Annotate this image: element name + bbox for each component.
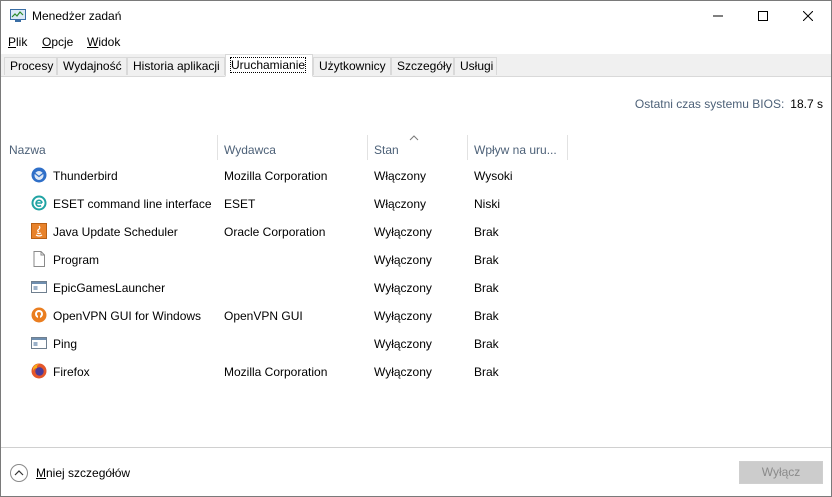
tab-startup[interactable]: Uruchamianie xyxy=(225,54,313,77)
row-publisher: Oracle Corporation xyxy=(224,225,326,239)
column-divider[interactable] xyxy=(367,135,368,160)
row-name: Program xyxy=(53,253,100,267)
column-divider[interactable] xyxy=(217,135,218,160)
bios-time-label: Ostatni czas systemu BIOS: xyxy=(634,97,785,111)
chevron-up-circle-icon xyxy=(10,464,28,482)
fewer-details-label: Mniej szczegółów xyxy=(36,466,130,480)
thunderbird-icon xyxy=(31,167,47,183)
row-impact: Brak xyxy=(474,337,499,351)
bios-time-value: 18.7 s xyxy=(790,97,823,111)
disable-button[interactable]: Wyłącz xyxy=(739,461,823,484)
table-row[interactable]: Program Wyłączony Brak xyxy=(1,246,831,274)
row-status: Włączony xyxy=(374,197,427,211)
row-publisher: ESET xyxy=(224,197,256,211)
row-publisher: OpenVPN GUI xyxy=(224,309,303,323)
row-publisher: Mozilla Corporation xyxy=(224,365,328,379)
minimize-icon xyxy=(713,15,723,17)
tab-processes[interactable]: Procesy xyxy=(4,57,57,75)
row-name: Ping xyxy=(53,337,78,351)
menu-bar xyxy=(1,31,831,53)
table-row[interactable]: Firefox Mozilla Corporation Wyłączony Br… xyxy=(1,358,831,386)
tab-users[interactable]: Użytkownicy xyxy=(313,57,391,75)
java-icon xyxy=(31,223,47,239)
app-window-icon xyxy=(31,281,47,293)
menu-options-label: pcje xyxy=(51,35,74,49)
row-status: Wyłączony xyxy=(374,253,432,267)
app-window-icon xyxy=(31,337,47,349)
sort-ascending-icon xyxy=(409,135,419,141)
tab-performance[interactable]: Wydajność xyxy=(57,57,127,75)
table-row[interactable]: Thunderbird Mozilla Corporation Włączony… xyxy=(1,162,831,190)
tab-startup-label: Uruchamianie xyxy=(229,57,307,73)
tab-services-label: Usługi xyxy=(460,59,494,73)
table-row[interactable]: EpicGamesLauncher Wyłączony Brak xyxy=(1,274,831,302)
openvpn-icon xyxy=(31,307,47,323)
row-name: ESET command line interface xyxy=(53,197,212,211)
bios-time: Ostatni czas systemu BIOS: 18.7 s xyxy=(635,97,823,111)
column-header-publisher[interactable]: Wydawca xyxy=(224,143,276,157)
eset-icon xyxy=(31,195,47,211)
row-name: Thunderbird xyxy=(53,169,118,183)
tab-performance-label: Wydajność xyxy=(63,59,122,73)
table-row[interactable]: OpenVPN GUI for Windows OpenVPN GUI Wyłą… xyxy=(1,302,831,330)
maximize-button[interactable] xyxy=(740,1,786,31)
tab-details-label: Szczegóły xyxy=(397,59,452,73)
firefox-icon xyxy=(31,363,47,379)
tab-app-history-label: Historia aplikacji xyxy=(133,59,220,73)
row-impact: Brak xyxy=(474,281,499,295)
menu-options[interactable]: Opcje xyxy=(42,35,73,49)
fewer-details-accel: M xyxy=(36,466,46,480)
row-name: EpicGamesLauncher xyxy=(53,281,166,295)
maximize-icon xyxy=(758,11,768,21)
menu-file-label: lik xyxy=(16,35,28,49)
row-status: Wyłączony xyxy=(374,309,432,323)
footer-divider xyxy=(1,447,831,448)
row-name: Firefox xyxy=(53,365,90,379)
column-header-status[interactable]: Stan xyxy=(374,143,399,157)
row-impact: Brak xyxy=(474,225,499,239)
tab-app-history[interactable]: Historia aplikacji xyxy=(127,57,225,75)
close-icon xyxy=(803,11,813,21)
tab-services[interactable]: Usługi xyxy=(454,57,497,75)
row-status: Włączony xyxy=(374,169,427,183)
row-impact: Brak xyxy=(474,309,499,323)
tab-users-label: Użytkownicy xyxy=(319,59,386,73)
row-impact: Brak xyxy=(474,365,499,379)
table-row[interactable]: Ping Wyłączony Brak xyxy=(1,330,831,358)
fewer-details-button[interactable]: Mniej szczegółów xyxy=(10,463,130,483)
task-manager-app-icon xyxy=(10,9,26,22)
menu-view[interactable]: Widok xyxy=(87,35,120,49)
column-divider[interactable] xyxy=(467,135,468,160)
menu-options-accel: O xyxy=(42,35,52,49)
title-bar[interactable]: Menedżer zadań xyxy=(1,1,831,31)
row-status: Wyłączony xyxy=(374,281,432,295)
table-row[interactable]: ESET command line interface ESET Włączon… xyxy=(1,190,831,218)
row-name: Java Update Scheduler xyxy=(53,225,178,239)
column-header-impact[interactable]: Wpływ na uru... xyxy=(474,143,557,157)
blank-file-icon xyxy=(33,251,45,267)
row-status: Wyłączony xyxy=(374,225,432,239)
row-impact: Brak xyxy=(474,253,499,267)
column-header-name[interactable]: Nazwa xyxy=(9,143,46,157)
table-row[interactable]: Java Update Scheduler Oracle Corporation… xyxy=(1,218,831,246)
tab-details[interactable]: Szczegóły xyxy=(391,57,454,75)
tab-processes-label: Procesy xyxy=(10,59,54,73)
row-impact: Wysoki xyxy=(474,169,513,183)
menu-view-accel: W xyxy=(87,35,99,49)
menu-file-accel: P xyxy=(8,35,17,49)
close-button[interactable] xyxy=(785,1,831,31)
row-publisher: Mozilla Corporation xyxy=(224,169,328,183)
row-impact: Niski xyxy=(474,197,500,211)
minimize-button[interactable] xyxy=(695,1,741,31)
window-title: Menedżer zadań xyxy=(32,9,122,23)
task-manager-window: Menedżer zadań Plik Opcje Widok Procesy … xyxy=(0,0,832,497)
menu-view-label: idok xyxy=(98,35,121,49)
menu-file[interactable]: Plik xyxy=(8,35,27,49)
row-name: OpenVPN GUI for Windows xyxy=(53,309,202,323)
row-status: Wyłączony xyxy=(374,337,432,351)
row-status: Wyłączony xyxy=(374,365,432,379)
fewer-details-text: niej szczegółów xyxy=(46,466,131,480)
column-divider[interactable] xyxy=(567,135,568,160)
